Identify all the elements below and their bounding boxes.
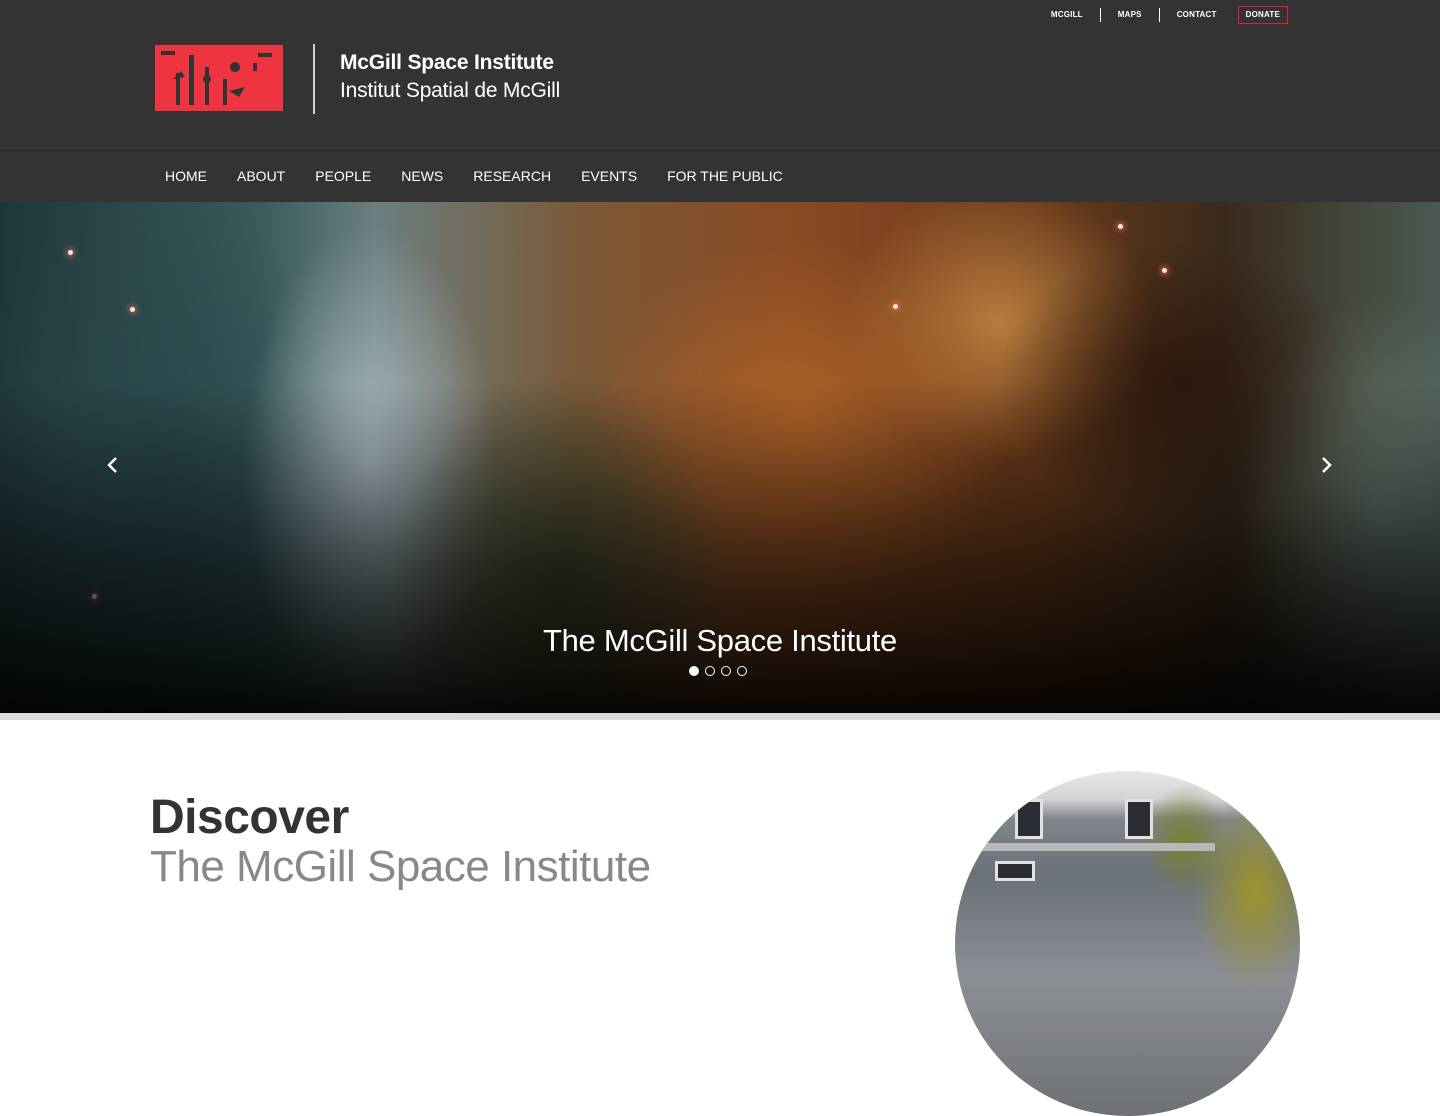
nebula-star	[893, 304, 898, 309]
slider-dot-3[interactable]	[721, 666, 731, 676]
utility-link-mcgill[interactable]: MCGILL	[1051, 8, 1083, 22]
nav-item-for-the-public[interactable]: FOR THE PUBLIC	[652, 151, 798, 202]
nav-item-news[interactable]: NEWS	[386, 151, 458, 202]
photo-window	[1015, 799, 1043, 839]
main-nav: HOME ABOUT PEOPLE NEWS RESEARCH EVENTS F…	[0, 150, 1440, 202]
nav-item-people[interactable]: PEOPLE	[300, 151, 386, 202]
nav-item-about[interactable]: ABOUT	[222, 151, 300, 202]
utility-link-maps[interactable]: MAPS	[1118, 8, 1142, 22]
main-nav-list: HOME ABOUT PEOPLE NEWS RESEARCH EVENTS F…	[150, 151, 798, 202]
section-separator	[0, 713, 1440, 720]
utility-link-contact[interactable]: CONTACT	[1177, 8, 1217, 22]
building-photo	[955, 771, 1300, 1116]
msi-logo-icon[interactable]	[155, 45, 283, 111]
site-title[interactable]: McGill Space Institute	[340, 51, 554, 75]
photo-cornice	[955, 843, 1215, 851]
utility-nav: MCGILL MAPS CONTACT DONATE	[1051, 6, 1288, 24]
nebula-star	[68, 250, 73, 255]
slider-dot-2[interactable]	[705, 666, 715, 676]
nebula-star	[130, 307, 135, 312]
hero-shade	[0, 383, 1440, 713]
nebula-star	[1118, 224, 1123, 229]
utility-item-mcgill[interactable]: MCGILL	[1051, 8, 1100, 22]
nav-item-home[interactable]: HOME	[150, 151, 222, 202]
slider-pagination	[689, 666, 747, 676]
hero-slider: The McGill Space Institute	[0, 202, 1440, 713]
chevron-right-icon[interactable]	[1316, 455, 1336, 475]
slider-dot-1[interactable]	[689, 666, 699, 676]
photo-window	[1125, 799, 1153, 839]
site-header: MCGILL MAPS CONTACT DONATE McGill Space …	[0, 0, 1440, 150]
utility-item-maps[interactable]: MAPS	[1099, 8, 1159, 22]
msi-logo-graphic	[161, 51, 272, 105]
discover-subheading: The McGill Space Institute	[150, 842, 651, 891]
discover-heading: Discover	[150, 791, 349, 844]
nav-item-events[interactable]: EVENTS	[566, 151, 652, 202]
hero-caption: The McGill Space Institute	[542, 623, 897, 658]
slider-dot-4[interactable]	[737, 666, 747, 676]
utility-item-contact[interactable]: CONTACT	[1158, 8, 1234, 22]
site-subtitle[interactable]: Institut Spatial de McGill	[340, 79, 560, 103]
chevron-left-icon[interactable]	[103, 455, 123, 475]
donate-button[interactable]: DONATE	[1237, 6, 1288, 24]
photo-window	[995, 861, 1035, 881]
logo-divider	[313, 44, 315, 114]
nebula-star	[1162, 268, 1167, 273]
nav-item-research[interactable]: RESEARCH	[458, 151, 566, 202]
